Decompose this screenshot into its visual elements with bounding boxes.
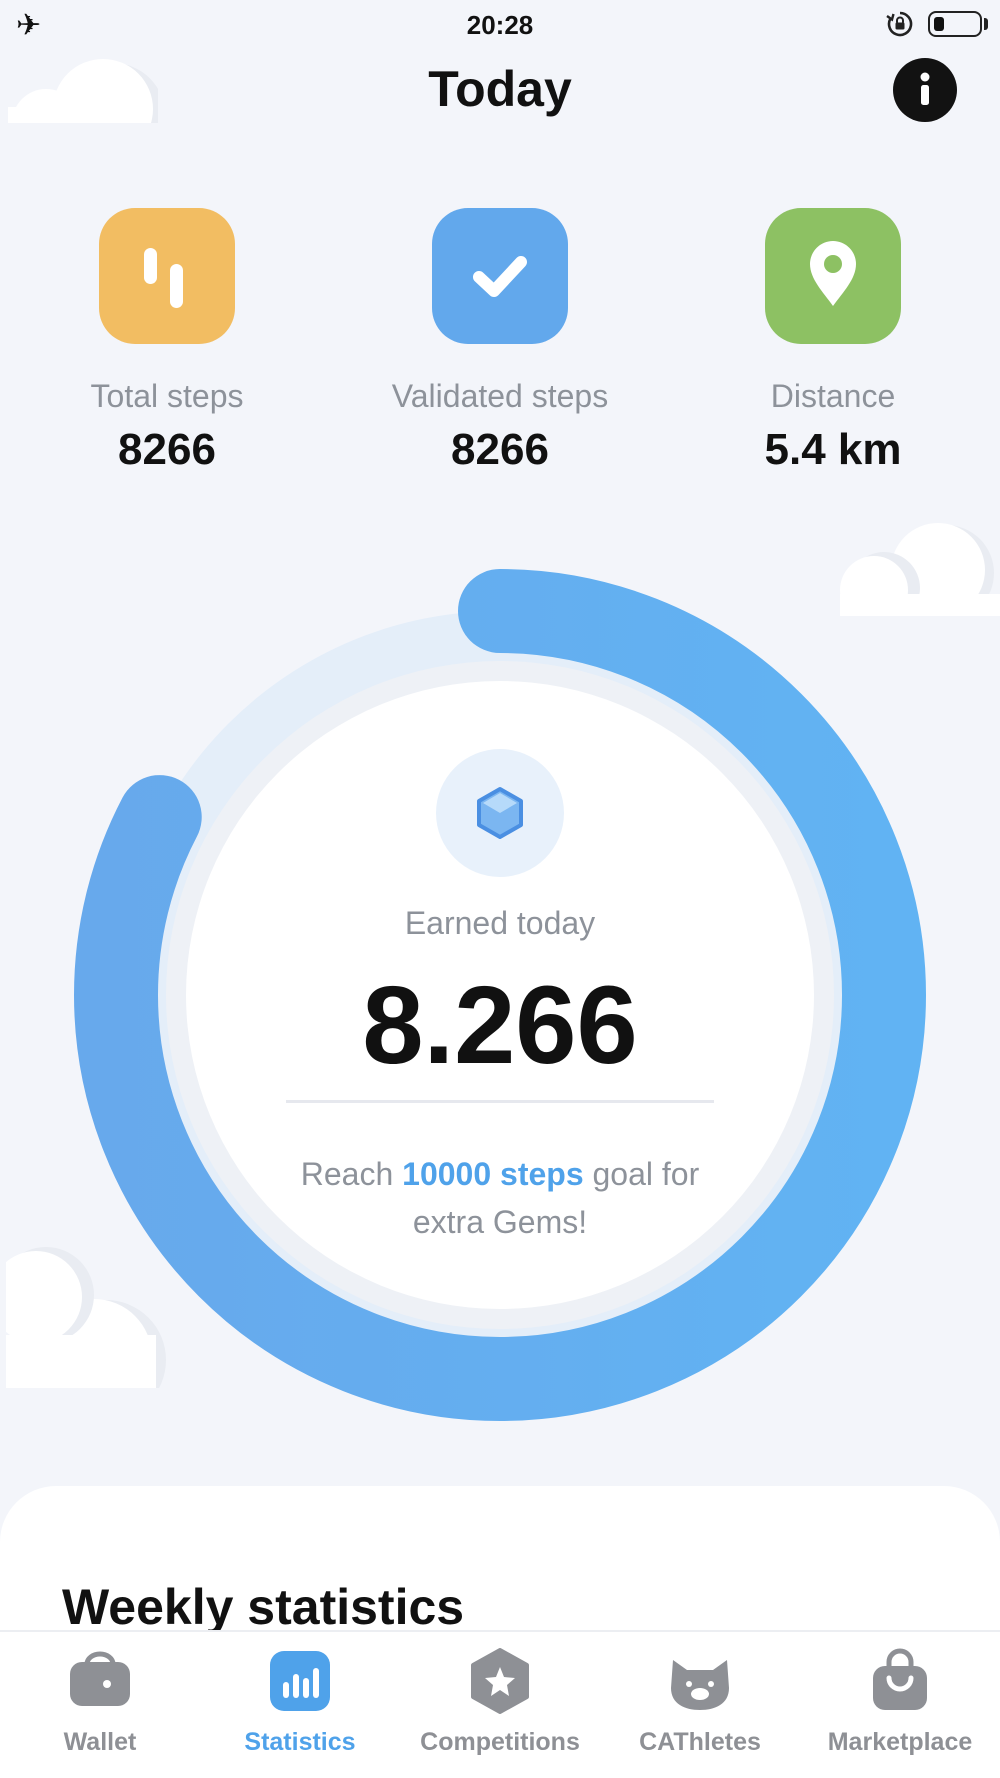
metric-validated-steps: Validated steps 8266 bbox=[350, 208, 650, 475]
goal-prefix: Reach bbox=[300, 1156, 394, 1192]
goal-message: Reach 10000 steps goal for extra Gems! bbox=[270, 1150, 730, 1246]
tab-label: Wallet bbox=[63, 1728, 137, 1756]
metric-value: 8266 bbox=[118, 425, 216, 474]
earned-value: 8.266 bbox=[362, 964, 638, 1087]
status-time: 20:28 bbox=[466, 10, 534, 40]
tab-cathletes[interactable]: CAThletes bbox=[600, 1648, 800, 1757]
star-badge-icon bbox=[467, 1648, 533, 1714]
tab-wallet[interactable]: Wallet bbox=[0, 1648, 200, 1757]
bar-chart-icon bbox=[267, 1648, 333, 1714]
gem-icon bbox=[436, 749, 564, 877]
earned-label: Earned today bbox=[404, 905, 596, 941]
weekly-statistics-title: Weekly statistics bbox=[62, 1579, 465, 1635]
page-title: Today bbox=[428, 61, 572, 117]
checkmark-icon bbox=[432, 208, 568, 344]
metric-value: 8266 bbox=[451, 425, 549, 474]
metric-value: 5.4 km bbox=[764, 425, 902, 474]
tab-bar: Wallet Statistics Competitions CAThletes… bbox=[0, 1630, 1000, 1778]
tab-label: Competitions bbox=[420, 1728, 580, 1756]
metric-label: Total steps bbox=[90, 378, 244, 414]
rotation-lock-icon bbox=[886, 11, 913, 37]
tab-competitions[interactable]: Competitions bbox=[400, 1648, 600, 1757]
tab-label: Marketplace bbox=[827, 1728, 973, 1756]
metric-label: Distance bbox=[770, 378, 896, 414]
tab-label: Statistics bbox=[244, 1728, 356, 1756]
wallet-icon bbox=[67, 1648, 133, 1714]
status-bar: ✈ 20:28 bbox=[0, 0, 1000, 50]
shopping-bag-icon bbox=[867, 1648, 933, 1714]
goal-highlight: 10000 steps bbox=[402, 1156, 584, 1192]
location-pin-icon bbox=[765, 208, 901, 344]
metric-label: Validated steps bbox=[391, 378, 609, 414]
metric-total-steps: Total steps 8266 bbox=[17, 208, 317, 475]
tab-label: CAThletes bbox=[639, 1728, 761, 1756]
tab-marketplace[interactable]: Marketplace bbox=[800, 1648, 1000, 1757]
battery-tip bbox=[984, 18, 988, 30]
info-button[interactable] bbox=[893, 58, 957, 122]
info-icon bbox=[920, 72, 930, 105]
metric-distance: Distance 5.4 km bbox=[683, 208, 983, 475]
divider bbox=[286, 1100, 714, 1103]
bars-icon bbox=[99, 208, 235, 344]
cat-icon bbox=[667, 1648, 733, 1714]
tab-statistics[interactable]: Statistics bbox=[200, 1648, 400, 1757]
battery-icon bbox=[928, 11, 982, 37]
